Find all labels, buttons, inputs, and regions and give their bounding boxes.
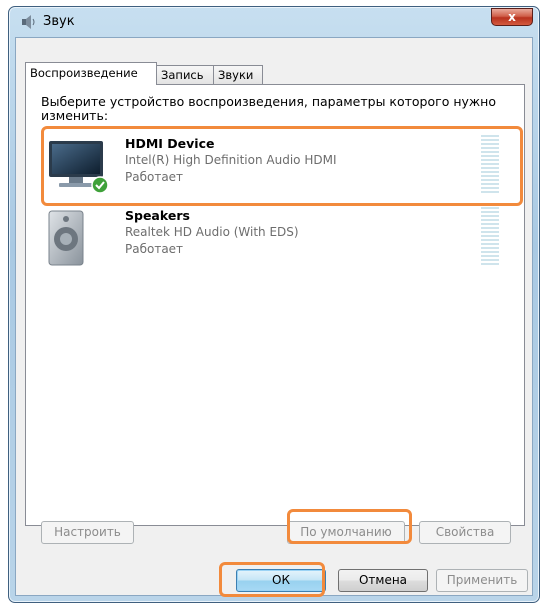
cancel-button[interactable]: Отмена: [338, 569, 428, 592]
device-list[interactable]: HDMI Device Intel(R) High Definition Aud…: [41, 131, 511, 515]
apply-button[interactable]: Применить: [436, 569, 528, 592]
tab-sounds[interactable]: Звуки: [213, 65, 263, 84]
device-item-hdmi[interactable]: HDMI Device Intel(R) High Definition Aud…: [41, 131, 511, 203]
speaker-icon: [48, 210, 84, 266]
device-status: Работает: [125, 242, 184, 256]
instruction-text: Выберите устройство воспроизведения, пар…: [41, 94, 496, 123]
playback-panel: Выберите устройство воспроизведения, пар…: [25, 84, 525, 544]
dialog-client-area: Воспроизведение Запись Звуки Выберите ус…: [15, 37, 533, 596]
close-button[interactable]: x: [491, 8, 533, 26]
device-driver: Realtek HD Audio (With EDS): [125, 225, 299, 239]
device-name: HDMI Device: [125, 136, 215, 151]
speaker-volume-icon: [22, 15, 35, 29]
sound-dialog-window: Звук x Воспроизведение Запись Звуки Выбе…: [8, 6, 540, 603]
device-name: Speakers: [125, 208, 190, 223]
properties-button[interactable]: Свойства: [419, 521, 511, 544]
ok-button[interactable]: ОК: [236, 569, 326, 592]
tab-playback[interactable]: Воспроизведение: [25, 62, 157, 85]
set-default-button[interactable]: По умолчанию: [287, 521, 405, 544]
window-title: Звук: [43, 14, 75, 29]
title-bar[interactable]: Звук x: [9, 7, 539, 37]
device-driver: Intel(R) High Definition Audio HDMI: [125, 153, 337, 167]
volume-meter: [481, 135, 499, 195]
configure-button[interactable]: Настроить: [41, 521, 134, 544]
monitor-icon: [49, 141, 109, 194]
volume-meter: [481, 207, 499, 267]
tab-recording[interactable]: Запись: [156, 65, 214, 84]
device-item-speakers[interactable]: Speakers Realtek HD Audio (With EDS) Раб…: [41, 203, 511, 275]
device-status: Работает: [125, 170, 184, 184]
